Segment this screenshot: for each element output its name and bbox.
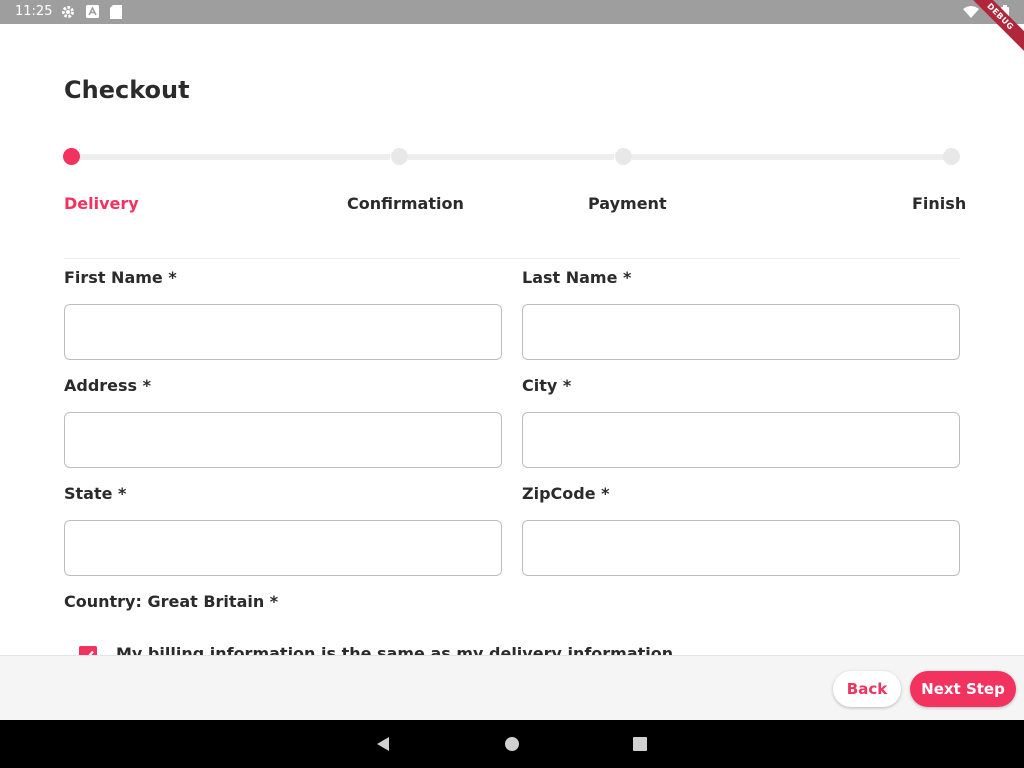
step-dot-finish[interactable] [943,148,960,165]
divider [64,258,960,259]
step-label-finish[interactable]: Finish [912,194,966,213]
zipcode-label: ZipCode * [522,484,610,503]
step-label-delivery[interactable]: Delivery [64,194,139,213]
state-label: State * [64,484,127,503]
first-name-field[interactable] [64,304,502,360]
back-button[interactable]: Back [833,671,901,707]
next-step-button[interactable]: Next Step [910,671,1016,707]
stepper-connector [632,154,944,160]
address-field[interactable] [64,412,502,468]
country-label: Country: Great Britain * [64,592,279,611]
step-label-confirmation[interactable]: Confirmation [347,194,464,213]
address-label: Address * [64,376,152,395]
settings-icon [61,5,75,23]
step-dot-confirmation[interactable] [391,148,408,165]
home-circle-icon[interactable] [500,732,524,756]
step-dot-delivery[interactable] [63,148,80,165]
city-field[interactable] [522,412,960,468]
stepper-connector [80,154,390,160]
status-time: 11:25 [15,4,53,19]
state-field[interactable] [64,520,502,576]
wifi-icon [963,6,979,22]
stepper-connector [408,154,614,160]
zipcode-field[interactable] [522,520,960,576]
app-store-icon [86,5,99,22]
city-label: City * [522,376,572,395]
status-bar: 11:25 DEBUG [0,0,1024,58]
system-nav-bar [0,720,1024,768]
back-triangle-icon[interactable] [372,732,396,756]
last-name-field[interactable] [522,304,960,360]
last-name-label: Last Name * [522,268,632,287]
sd-card-icon [110,5,122,23]
screen: 11:25 DEBUG Checkout Delivery Confirmati… [0,0,1024,768]
step-label-payment[interactable]: Payment [588,194,667,213]
step-dot-payment[interactable] [615,148,632,165]
footer-actions: Back Next Step [0,655,1024,721]
recents-square-icon[interactable] [628,732,652,756]
page-title: Checkout [64,76,190,104]
first-name-label: First Name * [64,268,177,287]
